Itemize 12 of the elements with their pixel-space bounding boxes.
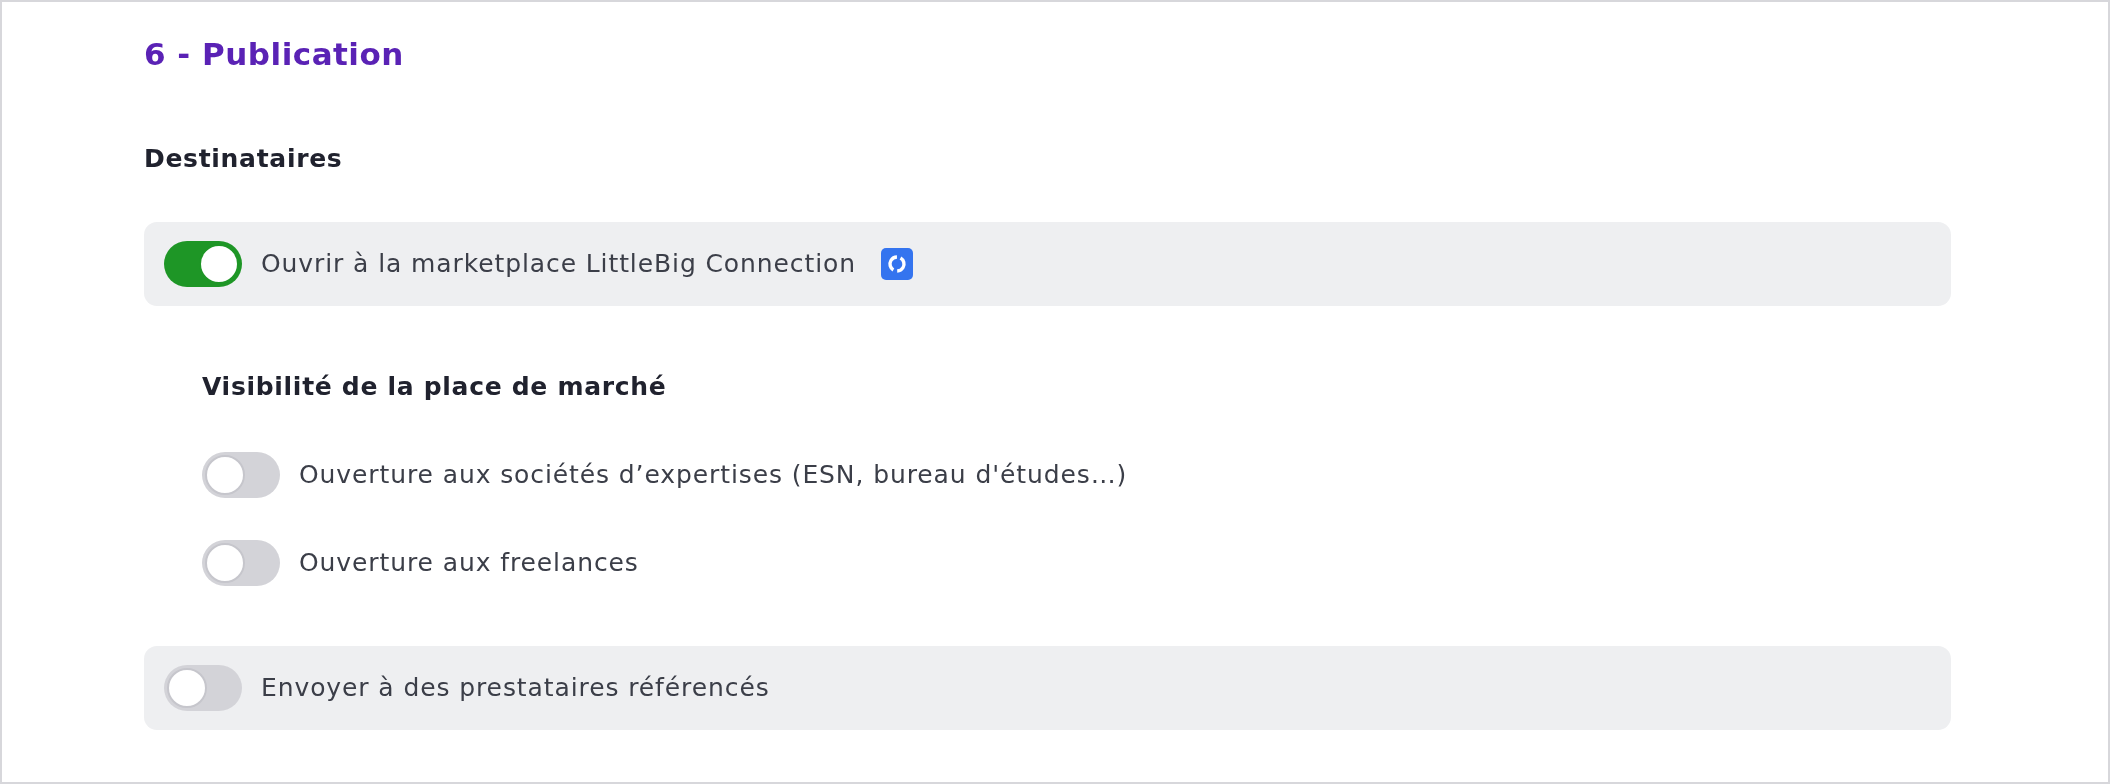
recipients-heading: Destinataires <box>144 144 343 174</box>
toggle-label: Ouvrir à la marketplace LittleBig Connection <box>261 248 856 280</box>
visibility-heading: Visibilité de la place de marché <box>202 372 667 402</box>
toggle-label: Envoyer à des prestataires référencés <box>261 672 770 704</box>
toggle-label: Ouverture aux sociétés d’expertises (ESN, bureau d'études…) <box>299 459 1128 491</box>
section-title: 6 - Publication <box>144 35 404 74</box>
toggle-switch[interactable] <box>202 540 280 586</box>
toggle-switch[interactable] <box>164 665 242 711</box>
ring-icon <box>880 248 913 280</box>
toggle-switch[interactable] <box>202 452 280 498</box>
toggle-switch[interactable] <box>164 241 242 287</box>
toggle-label: Ouverture aux freelances <box>299 547 639 579</box>
